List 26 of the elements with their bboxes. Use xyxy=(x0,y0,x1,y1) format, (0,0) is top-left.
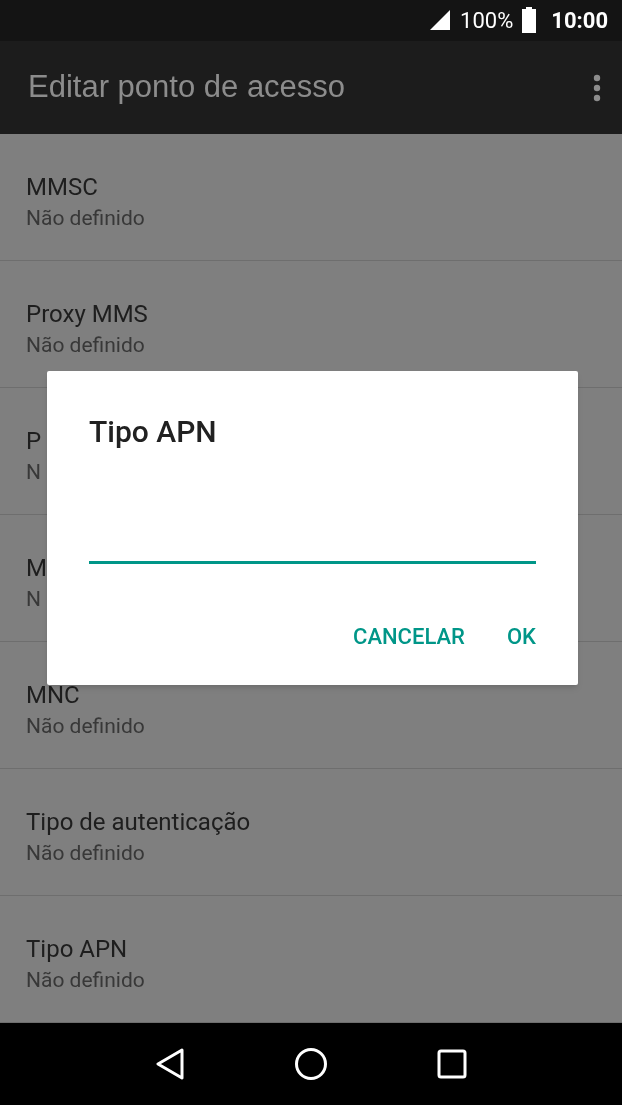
dialog-button[interactable]: CANCELAR xyxy=(333,610,485,663)
setting-value: Não definido xyxy=(26,332,145,360)
setting-title: M xyxy=(26,553,47,585)
battery-percentage: 100% xyxy=(460,6,514,35)
home-icon[interactable] xyxy=(294,1047,328,1082)
back-icon[interactable] xyxy=(154,1048,185,1081)
battery-icon xyxy=(521,7,538,34)
setting-value: Não definido xyxy=(26,840,145,868)
signal-icon xyxy=(428,8,453,33)
screen-title: Editar ponto de acesso xyxy=(28,68,346,107)
more-options-icon[interactable] xyxy=(592,73,602,102)
setting-title: MNC xyxy=(26,680,80,712)
dialog-button[interactable]: OK xyxy=(486,610,556,663)
dialog-title: Tipo APN xyxy=(89,413,218,451)
setting-value: N xyxy=(26,459,41,487)
setting-value: N xyxy=(26,586,41,614)
setting-title: Tipo APN xyxy=(26,934,128,966)
recent-apps-icon[interactable] xyxy=(437,1049,468,1080)
setting-value: Não definido xyxy=(26,967,145,995)
setting-title: P xyxy=(26,426,42,458)
setting-value: Não definido xyxy=(26,713,145,741)
setting-title: MMSC xyxy=(26,172,98,204)
setting-title: Tipo de autenticação xyxy=(26,807,251,839)
clock: 10:00 xyxy=(551,6,608,35)
setting-value: Não definido xyxy=(26,205,145,233)
setting-title: Proxy MMS xyxy=(26,299,148,331)
